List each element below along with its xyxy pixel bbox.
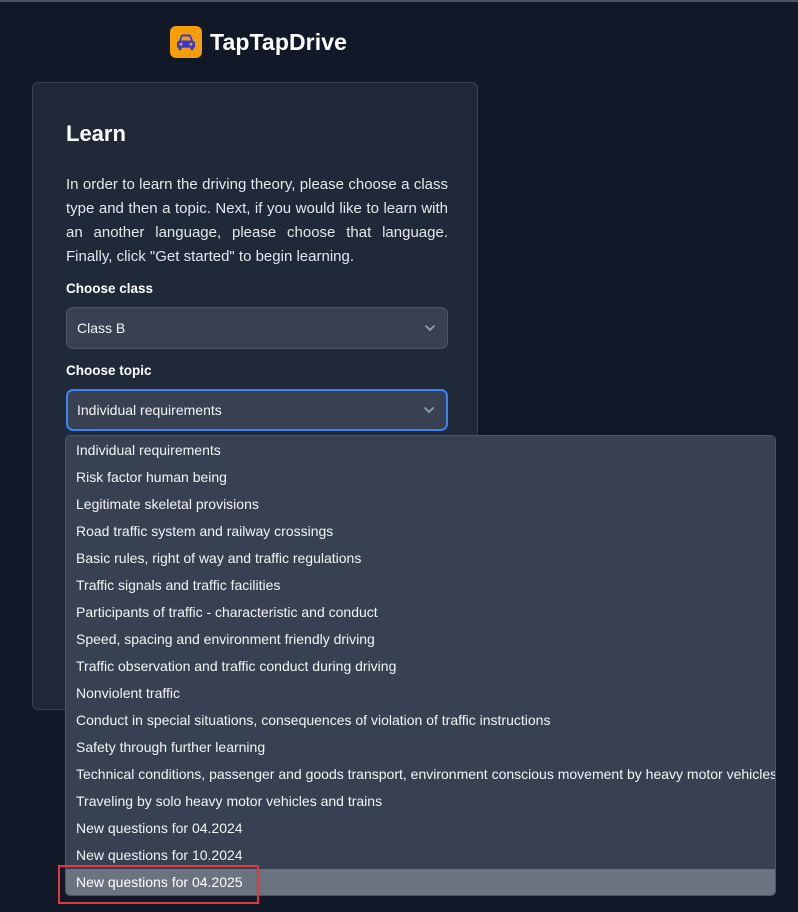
page-title: Learn (66, 121, 126, 146)
topic-select[interactable]: Individual requirements (66, 389, 448, 431)
topic-option[interactable]: Safety through further learning (66, 734, 775, 761)
topic-option[interactable]: Technical conditions, passenger and good… (66, 761, 775, 788)
topic-option[interactable]: Participants of traffic - characteristic… (66, 599, 775, 626)
topic-option[interactable]: Traveling by solo heavy motor vehicles a… (66, 788, 775, 815)
topic-option[interactable]: New questions for 04.2024 (66, 815, 775, 842)
topic-option[interactable]: Basic rules, right of way and traffic re… (66, 545, 775, 572)
topic-option[interactable]: Traffic signals and traffic facilities (66, 572, 775, 599)
app-name: TapTapDrive (210, 28, 347, 55)
class-select[interactable]: Class B (66, 307, 448, 349)
topic-option[interactable]: Nonviolent traffic (66, 680, 775, 707)
topic-option[interactable]: Road traffic system and railway crossing… (66, 518, 775, 545)
topic-option[interactable]: New questions for 10.2024 (66, 842, 775, 869)
window-top-border (0, 0, 798, 2)
topic-dropdown-list[interactable]: Individual requirements Risk factor huma… (65, 435, 776, 896)
car-icon (177, 34, 195, 51)
topic-option[interactable]: Speed, spacing and environment friendly … (66, 626, 775, 653)
topic-option[interactable]: Conduct in special situations, consequen… (66, 707, 775, 734)
topic-option-new-questions-04-2025[interactable]: New questions for 04.2025 (66, 869, 775, 895)
topic-option[interactable]: Individual requirements (66, 437, 775, 464)
choose-class-label: Choose class (66, 281, 154, 296)
chevron-down-icon (424, 407, 434, 413)
topic-option[interactable]: Legitimate skeletal provisions (66, 491, 775, 518)
learn-description: In order to learn the driving theory, pl… (66, 176, 448, 265)
topic-select-value: Individual requirements (77, 402, 222, 418)
chevron-down-icon (425, 325, 435, 331)
class-select-value: Class B (77, 320, 126, 336)
app-logo (170, 26, 202, 58)
brand[interactable]: TapTapDrive (170, 26, 347, 58)
topic-option[interactable]: Risk factor human being (66, 464, 775, 491)
choose-topic-label: Choose topic (66, 363, 152, 378)
topic-option[interactable]: Traffic observation and traffic conduct … (66, 653, 775, 680)
